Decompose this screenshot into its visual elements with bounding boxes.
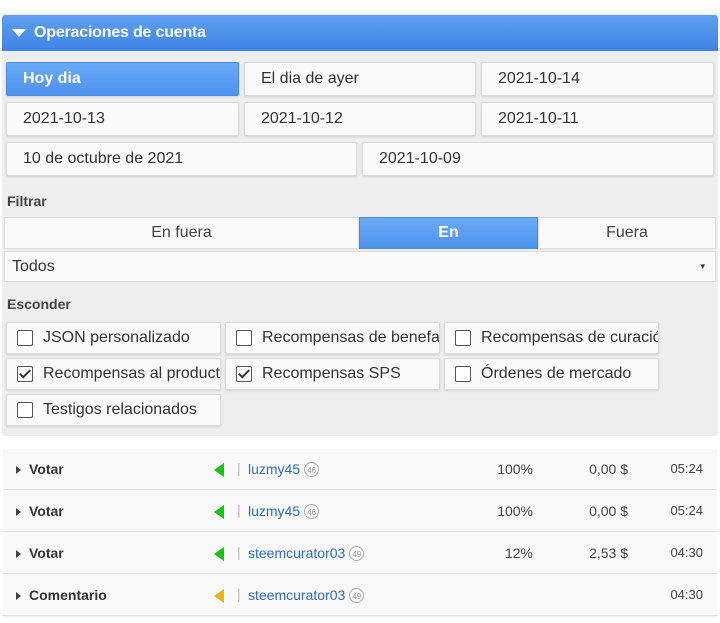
vote-value: 2,53 $ (589, 545, 628, 561)
expand-caret-icon[interactable] (16, 466, 21, 474)
hide-option-custom-json[interactable]: JSON personalizado (6, 322, 221, 354)
user-link[interactable]: luzmy45 46 (248, 503, 320, 519)
username[interactable]: steemcurator03 (248, 545, 345, 561)
hide-option-sps-rewards[interactable]: Recompensas SPS (225, 358, 440, 390)
user-link[interactable]: luzmy45 46 (248, 461, 320, 477)
filter-label: Filtrar (7, 193, 47, 209)
separator: | (237, 460, 241, 476)
user-link[interactable]: steemcurator03 49 (248, 587, 365, 603)
hide-option-market-orders[interactable]: Órdenes de mercado (444, 358, 659, 390)
reputation-badge: 49 (349, 588, 365, 603)
hide-option-curation-rewards[interactable]: Recompensas de curación (444, 322, 659, 354)
operation-row[interactable]: Votar | luzmy45 46 100% 0,00 $ 05:24 (3, 449, 717, 490)
timestamp: 05:24 (670, 503, 703, 518)
checkbox[interactable] (17, 402, 33, 418)
date-button-today[interactable]: Hoy dia (6, 62, 239, 96)
date-button-2021-10-13[interactable]: 2021-10-13 (6, 102, 239, 136)
vote-weight: 100% (497, 503, 533, 519)
date-button-yesterday[interactable]: El dia de ayer (244, 62, 476, 96)
timestamp: 04:30 (670, 545, 703, 560)
hide-label: Esconder (7, 296, 71, 312)
hide-option-label: Testigos relacionados (43, 401, 197, 418)
vote-weight: 100% (497, 461, 533, 477)
timestamp: 05:24 (670, 461, 703, 476)
username[interactable]: steemcurator03 (248, 587, 345, 603)
hide-option-label: Recompensas de curación (481, 329, 659, 346)
checkbox[interactable] (17, 330, 33, 346)
operation-row[interactable]: Votar | luzmy45 46 100% 0,00 $ 05:24 (3, 491, 717, 532)
comment-arrow-icon (214, 589, 224, 603)
user-link[interactable]: steemcurator03 49 (248, 545, 365, 561)
reputation-badge: 49 (349, 546, 365, 561)
checkbox[interactable] (455, 330, 471, 346)
date-button-2021-10-09[interactable]: 2021-10-09 (362, 142, 714, 176)
hide-option-label: JSON personalizado (43, 329, 190, 346)
hide-option-label: Recompensas SPS (262, 365, 401, 382)
timestamp: 04:30 (670, 587, 703, 602)
vote-value: 0,00 $ (589, 503, 628, 519)
hide-option-witness-related[interactable]: Testigos relacionados (6, 394, 221, 426)
hide-option-label: Órdenes de mercado (481, 365, 632, 382)
separator: | (237, 586, 241, 602)
incoming-arrow-icon (214, 505, 224, 519)
panel-header[interactable]: Operaciones de cuenta (2, 15, 718, 51)
hide-option-label: Recompensas de benefactor (262, 329, 440, 346)
checkbox[interactable] (455, 366, 471, 382)
filter-segment-out[interactable]: Fuera (538, 217, 716, 249)
checkbox[interactable] (236, 330, 252, 346)
username[interactable]: luzmy45 (248, 503, 300, 519)
separator: | (237, 502, 241, 518)
operation-type: Votar (29, 503, 64, 519)
vote-weight: 12% (504, 545, 533, 561)
reputation-badge: 46 (304, 504, 320, 519)
expand-caret-icon[interactable] (16, 550, 21, 558)
expand-caret-icon[interactable] (16, 508, 21, 516)
hide-option-benefactor-rewards[interactable]: Recompensas de benefactor (225, 322, 440, 354)
filter-segment-in[interactable]: En (359, 217, 538, 249)
operation-type: Comentario (29, 587, 107, 603)
incoming-arrow-icon (214, 547, 224, 561)
operation-row[interactable]: Comentario | steemcurator03 49 04:30 (3, 575, 717, 616)
date-button-2021-10-14[interactable]: 2021-10-14 (481, 62, 714, 96)
panel-title: Operaciones de cuenta (34, 24, 206, 41)
top-strip (0, 0, 720, 15)
hide-option-producer-rewards[interactable]: Recompensas al productor (6, 358, 221, 390)
operation-row[interactable]: Votar | steemcurator03 49 12% 2,53 $ 04:3… (3, 533, 717, 574)
separator: | (237, 544, 241, 560)
checkbox-checked[interactable] (17, 366, 33, 382)
select-caret-icon: ▾ (700, 261, 705, 271)
select-value: Todos (12, 258, 55, 275)
incoming-arrow-icon (214, 463, 224, 477)
hide-option-label: Recompensas al productor (43, 365, 221, 382)
filter-segment-in-out[interactable]: En fuera (4, 217, 359, 249)
checkbox-checked[interactable] (236, 366, 252, 382)
date-button-2021-10-11[interactable]: 2021-10-11 (481, 102, 714, 136)
reputation-badge: 46 (304, 462, 320, 477)
date-button-2021-10-10[interactable]: 10 de octubre de 2021 (6, 142, 357, 176)
vote-value: 0,00 $ (589, 461, 628, 477)
operation-type: Votar (29, 545, 64, 561)
collapse-icon[interactable] (12, 29, 26, 37)
username[interactable]: luzmy45 (248, 461, 300, 477)
operation-type: Votar (29, 461, 64, 477)
expand-caret-icon[interactable] (16, 592, 21, 600)
date-button-2021-10-12[interactable]: 2021-10-12 (244, 102, 476, 136)
operation-type-select[interactable]: Todos ▾ (4, 251, 716, 282)
